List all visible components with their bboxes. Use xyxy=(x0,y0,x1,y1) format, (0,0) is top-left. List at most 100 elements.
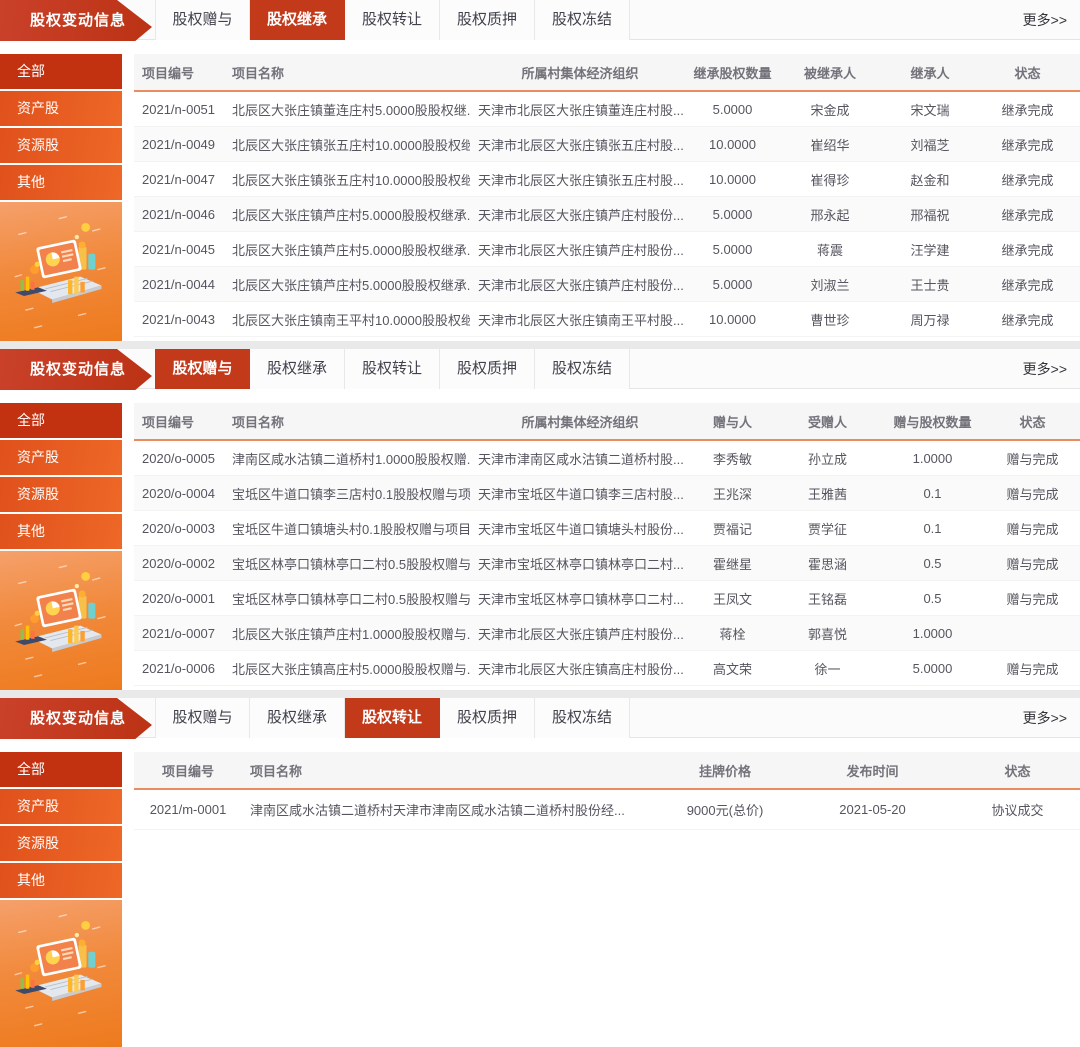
cell-heir: 刘福芝 xyxy=(885,135,975,154)
sidebar-illustration xyxy=(0,900,122,1047)
cell-status: 赠与完成 xyxy=(985,484,1080,503)
cell-status: 继承完成 xyxy=(975,135,1080,154)
col-header-project-id: 项目编号 xyxy=(134,63,224,82)
tab-equity-freeze[interactable]: 股权冻结 xyxy=(535,349,630,389)
tab-equity-gift[interactable]: 股权赠与 xyxy=(155,0,250,40)
table-row[interactable]: 2020/o-0001宝坻区林亭口镇林亭口二村0.5股股权赠与...天津市宝坻区… xyxy=(134,581,1080,616)
table-row[interactable]: 2021/n-0043北辰区大张庄镇南王平村10.0000股股权继...天津市北… xyxy=(134,302,1080,337)
sidebar-item-other[interactable]: 其他 xyxy=(0,165,122,200)
sidebar-item-asset-shares[interactable]: 资产股 xyxy=(0,91,122,126)
cell-gifted-equity-qty: 0.1 xyxy=(880,521,985,536)
equity-change-section-transfer: 股权变动信息股权赠与股权继承股权转让股权质押股权冻结更多>>全部资产股资源股其他… xyxy=(0,698,1080,1047)
tab-equity-pledge[interactable]: 股权质押 xyxy=(440,698,535,738)
cell-status: 继承完成 xyxy=(975,205,1080,224)
table-row[interactable]: 2020/o-0005津南区咸水沽镇二道桥村1.0000股股权赠...天津市津南… xyxy=(134,441,1080,476)
category-sidebar: 全部资产股资源股其他 xyxy=(0,752,122,1047)
col-header-status: 状态 xyxy=(975,63,1080,82)
sidebar-item-other[interactable]: 其他 xyxy=(0,863,122,898)
tab-equity-pledge[interactable]: 股权质押 xyxy=(440,349,535,389)
table-row[interactable]: 2021/o-0007北辰区大张庄镇芦庄村1.0000股股权赠与...天津市北辰… xyxy=(134,616,1080,651)
cell-inherited-equity-qty: 5.0000 xyxy=(690,242,775,257)
cell-decedent: 宋金成 xyxy=(775,100,885,119)
sidebar-illustration xyxy=(0,551,122,690)
tab-equity-gift[interactable]: 股权赠与 xyxy=(155,349,250,389)
sidebar-item-all[interactable]: 全部 xyxy=(0,752,122,787)
cell-project-id: 2021/n-0044 xyxy=(134,277,224,292)
col-header-recipient: 受赠人 xyxy=(775,412,880,431)
tab-list: 股权赠与股权继承股权转让股权质押股权冻结 xyxy=(155,0,1080,40)
col-header-village-collective-org: 所属村集体经济组织 xyxy=(470,412,690,431)
cell-project-id: 2021/m-0001 xyxy=(134,802,242,817)
cell-village-collective-org: 天津市北辰区大张庄镇芦庄村股份... xyxy=(470,275,690,294)
table-header-row: 项目编号项目名称所属村集体经济组织赠与人受赠人赠与股权数量状态 xyxy=(134,403,1080,441)
tab-equity-pledge[interactable]: 股权质押 xyxy=(440,0,535,40)
cell-village-collective-org: 天津市北辰区大张庄镇董连庄村股... xyxy=(470,100,690,119)
cell-project-name: 北辰区大张庄镇高庄村5.0000股股权赠与... xyxy=(224,659,470,678)
cell-donor: 蒋栓 xyxy=(690,624,775,643)
col-header-status: 状态 xyxy=(985,412,1080,431)
sidebar-item-asset-shares[interactable]: 资产股 xyxy=(0,440,122,475)
table-row[interactable]: 2021/n-0049北辰区大张庄镇张五庄村10.0000股股权继...天津市北… xyxy=(134,127,1080,162)
cell-project-name: 宝坻区牛道口镇塘头村0.1股股权赠与项目 xyxy=(224,519,470,538)
col-header-project-name: 项目名称 xyxy=(224,63,470,82)
col-header-status: 状态 xyxy=(955,761,1080,780)
cell-project-id: 2021/n-0043 xyxy=(134,312,224,327)
sidebar-item-resource-shares[interactable]: 资源股 xyxy=(0,477,122,512)
table-row[interactable]: 2021/n-0044北辰区大张庄镇芦庄村5.0000股股权继承...天津市北辰… xyxy=(134,267,1080,302)
sidebar-item-other[interactable]: 其他 xyxy=(0,514,122,549)
cell-donor: 贾福记 xyxy=(690,519,775,538)
more-link[interactable]: 更多>> xyxy=(1023,349,1067,389)
tab-bar: 股权变动信息股权赠与股权继承股权转让股权质押股权冻结更多>> xyxy=(0,698,1080,738)
cell-project-name: 北辰区大张庄镇芦庄村5.0000股股权继承... xyxy=(224,275,470,294)
cell-status: 赠与完成 xyxy=(985,589,1080,608)
cell-decedent: 邢永起 xyxy=(775,205,885,224)
cell-village-collective-org: 天津市宝坻区牛道口镇李三店村股... xyxy=(470,484,690,503)
more-link[interactable]: 更多>> xyxy=(1023,698,1067,738)
tab-equity-inheritance[interactable]: 股权继承 xyxy=(250,698,345,738)
sidebar-item-resource-shares[interactable]: 资源股 xyxy=(0,128,122,163)
col-header-project-name: 项目名称 xyxy=(224,412,470,431)
cell-village-collective-org: 天津市北辰区大张庄镇张五庄村股... xyxy=(470,170,690,189)
equity-change-section-gift: 股权变动信息股权赠与股权继承股权转让股权质押股权冻结更多>>全部资产股资源股其他… xyxy=(0,349,1080,690)
sidebar-illustration xyxy=(0,202,122,341)
table-row[interactable]: 2021/n-0047北辰区大张庄镇张五庄村10.0000股股权继...天津市北… xyxy=(134,162,1080,197)
sidebar-item-asset-shares[interactable]: 资产股 xyxy=(0,789,122,824)
tab-equity-gift[interactable]: 股权赠与 xyxy=(155,698,250,738)
cell-village-collective-org: 天津市北辰区大张庄镇高庄村股份... xyxy=(470,659,690,678)
cell-project-id: 2020/o-0005 xyxy=(134,451,224,466)
tab-equity-transfer[interactable]: 股权转让 xyxy=(345,0,440,40)
tab-equity-freeze[interactable]: 股权冻结 xyxy=(535,0,630,40)
table-row[interactable]: 2021/n-0046北辰区大张庄镇芦庄村5.0000股股权继承...天津市北辰… xyxy=(134,197,1080,232)
table-row[interactable]: 2021/o-0006北辰区大张庄镇高庄村5.0000股股权赠与...天津市北辰… xyxy=(134,651,1080,686)
table-row[interactable]: 2020/o-0004宝坻区牛道口镇李三店村0.1股股权赠与项目天津市宝坻区牛道… xyxy=(134,476,1080,511)
table-row[interactable]: 2021/n-0045北辰区大张庄镇芦庄村5.0000股股权继承...天津市北辰… xyxy=(134,232,1080,267)
cell-village-collective-org: 天津市宝坻区林亭口镇林亭口二村... xyxy=(470,554,690,573)
more-link[interactable]: 更多>> xyxy=(1023,0,1067,40)
cell-project-id: 2021/n-0051 xyxy=(134,102,224,117)
ribbon-label: 股权变动信息 xyxy=(30,12,126,29)
table-row[interactable]: 2020/o-0003宝坻区牛道口镇塘头村0.1股股权赠与项目天津市宝坻区牛道口… xyxy=(134,511,1080,546)
table-row[interactable]: 2021/m-0001津南区咸水沽镇二道桥村天津市津南区咸水沽镇二道桥村股份经.… xyxy=(134,790,1080,830)
cell-recipient: 郭喜悦 xyxy=(775,624,880,643)
sidebar-item-all[interactable]: 全部 xyxy=(0,403,122,438)
table-row[interactable]: 2021/n-0051北辰区大张庄镇董连庄村5.0000股股权继...天津市北辰… xyxy=(134,92,1080,127)
cell-donor: 李秀敏 xyxy=(690,449,775,468)
table-row[interactable]: 2020/o-0002宝坻区林亭口镇林亭口二村0.5股股权赠与...天津市宝坻区… xyxy=(134,546,1080,581)
tab-equity-transfer[interactable]: 股权转让 xyxy=(345,698,440,738)
cell-project-name: 宝坻区牛道口镇李三店村0.1股股权赠与项目 xyxy=(224,484,470,503)
tab-equity-inheritance[interactable]: 股权继承 xyxy=(250,0,345,40)
sidebar-item-all[interactable]: 全部 xyxy=(0,54,122,89)
cell-heir: 邢福祝 xyxy=(885,205,975,224)
cell-status: 继承完成 xyxy=(975,170,1080,189)
cell-project-id: 2021/n-0046 xyxy=(134,207,224,222)
cell-status: 继承完成 xyxy=(975,310,1080,329)
tab-equity-transfer[interactable]: 股权转让 xyxy=(345,349,440,389)
cell-inherited-equity-qty: 10.0000 xyxy=(690,172,775,187)
tab-equity-inheritance[interactable]: 股权继承 xyxy=(250,349,345,389)
cell-status: 赠与完成 xyxy=(985,449,1080,468)
sidebar-item-resource-shares[interactable]: 资源股 xyxy=(0,826,122,861)
tab-equity-freeze[interactable]: 股权冻结 xyxy=(535,698,630,738)
table-body: 2021/m-0001津南区咸水沽镇二道桥村天津市津南区咸水沽镇二道桥村股份经.… xyxy=(134,790,1080,830)
cell-gifted-equity-qty: 5.0000 xyxy=(880,661,985,676)
section-ribbon: 股权变动信息 xyxy=(0,0,152,41)
